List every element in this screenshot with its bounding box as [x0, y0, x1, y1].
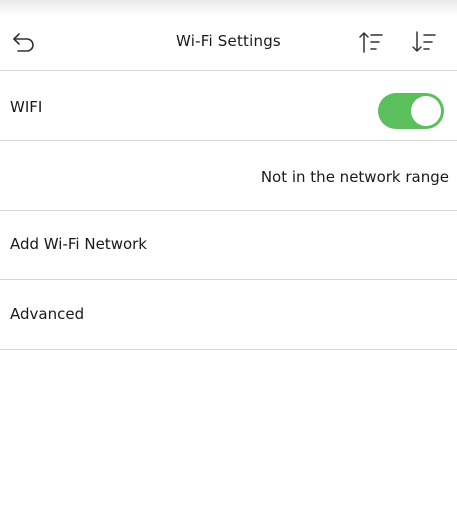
network-status-text: Not in the network range [260, 168, 449, 186]
network-status-row: Not in the network range [0, 141, 457, 211]
advanced-row[interactable]: Advanced [0, 280, 457, 350]
wifi-row: WIFI [0, 71, 457, 141]
sort-descending-icon [412, 31, 436, 52]
advanced-label: Advanced [10, 305, 85, 323]
top-strip [0, 0, 457, 16]
wifi-label: WIFI [10, 98, 43, 116]
sort-ascending-button[interactable] [358, 28, 384, 56]
toggle-knob [411, 96, 441, 126]
wifi-toggle[interactable] [378, 93, 444, 129]
add-wifi-network-row[interactable]: Add Wi-Fi Network [0, 211, 457, 280]
page-title: Wi-Fi Settings [176, 32, 281, 50]
header-bar: Wi-Fi Settings [0, 16, 457, 71]
sort-descending-button[interactable] [411, 28, 437, 56]
sort-ascending-icon [359, 32, 383, 53]
add-wifi-network-label: Add Wi-Fi Network [10, 235, 147, 253]
